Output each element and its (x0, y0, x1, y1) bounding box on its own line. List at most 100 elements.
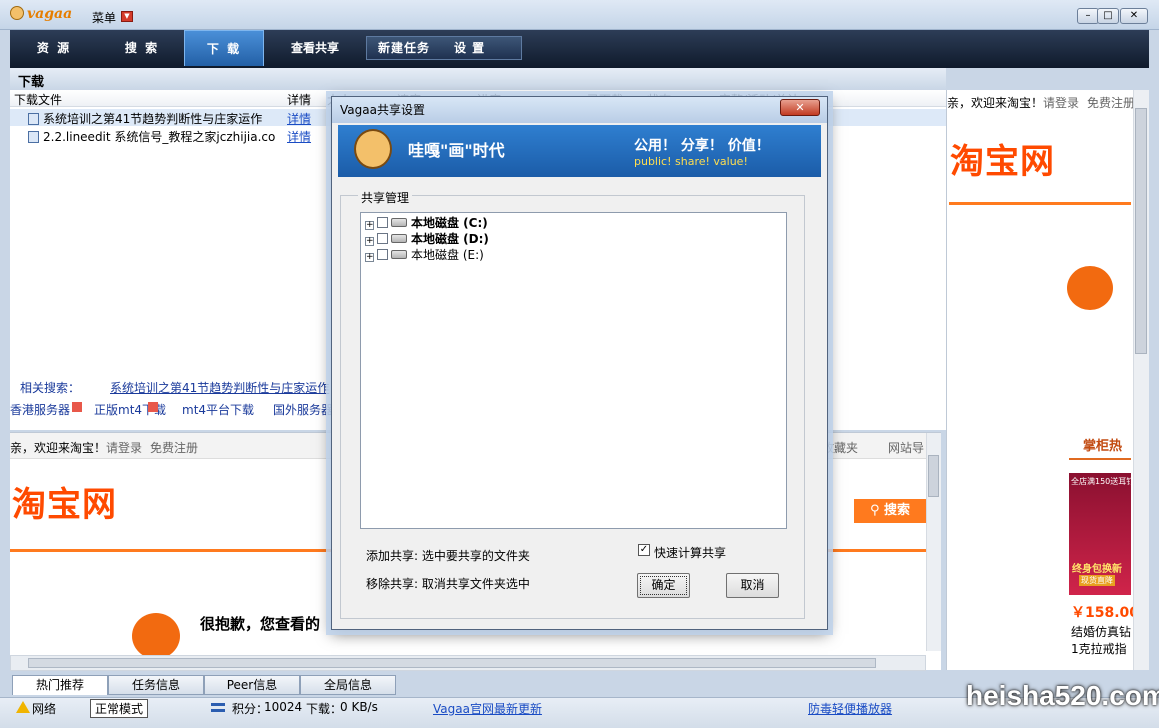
fast-calc-label[interactable]: 快速计算共享 (654, 544, 726, 561)
file-icon (28, 113, 39, 125)
product-desc[interactable]: 结婚仿真钻 (1071, 623, 1131, 640)
ad-bottom-text: 终身包换新 (1072, 564, 1122, 575)
banner-slogan-en: public! share! value! (634, 155, 748, 168)
points-value: 10024 (264, 700, 303, 714)
ad-tag: 现货直降 (1079, 575, 1115, 586)
taobao-logo[interactable]: 淘宝网 (950, 134, 1055, 183)
site-nav-menu[interactable]: 网站导 (888, 439, 924, 456)
share-settings-dialog: Vagaa共享设置 ✕ 哇嘎"画"时代 公用！ 分享！ 价值！ public! … (331, 96, 828, 630)
banner-slogan: 公用！ 分享！ 价值！ (634, 138, 770, 154)
menu-dropdown-icon[interactable]: ▼ (121, 11, 133, 22)
app-logo: vagaa (10, 6, 72, 22)
ad-banner-text: 全店满150送耳钉 (1071, 477, 1135, 486)
taobao-logo[interactable]: 淘宝网 (12, 477, 117, 526)
expand-icon[interactable]: + (365, 221, 374, 230)
tab-task-info[interactable]: 任务信息 (108, 675, 204, 695)
dialog-title: Vagaa共享设置 (332, 97, 827, 123)
expand-icon[interactable]: + (365, 253, 374, 262)
tab-hot[interactable]: 热门推荐 (12, 675, 108, 695)
warning-icon (16, 701, 30, 713)
sorry-message: 很抱歉，您查看的 (200, 615, 321, 633)
close-button[interactable]: ✕ (1120, 8, 1148, 24)
section-title: 下载 (10, 68, 946, 90)
divider (949, 202, 1131, 205)
menu-icon (211, 703, 225, 712)
tree-node-e[interactable]: + 本地磁盘 (E:) (365, 247, 484, 263)
drive-icon (391, 250, 407, 259)
hot-badge-icon (72, 402, 82, 412)
right-ad-pane: 亲，欢迎来淘宝！ 请登录 免费注册 淘宝网 掌柜热 全店满150送耳钉 终身包换… (946, 90, 1149, 670)
main-menu-label[interactable]: 菜单 (92, 9, 116, 26)
file-name: 系统培训之第41节趋势判断性与庄家运作 (28, 110, 262, 127)
welcome-text: 亲，欢迎来淘宝！ (947, 96, 1044, 110)
minimize-button[interactable]: – (1077, 8, 1099, 24)
drive-checkbox[interactable] (377, 249, 388, 260)
login-link[interactable]: 请登录 (106, 439, 142, 456)
vagaa-logo-icon (10, 6, 24, 20)
banner-title: 哇嘎"画"时代 (408, 141, 505, 160)
drive-checkbox[interactable] (377, 233, 388, 244)
ad-link[interactable]: 香港服务器 (10, 401, 70, 418)
tab-download[interactable]: 下 载 (184, 30, 264, 66)
ad-link[interactable]: 国外服务器 (273, 401, 333, 418)
taobao-mascot-icon (1067, 266, 1113, 310)
expand-icon[interactable]: + (365, 237, 374, 246)
update-link[interactable]: Vagaa官网最新更新 (433, 700, 542, 717)
tree-node-d[interactable]: + 本地磁盘 (D:) (365, 231, 489, 247)
title-bar: vagaa 菜单 ▼ – □ ✕ (0, 0, 1159, 30)
download-speed-label: 下载： (306, 702, 343, 716)
tab-global-info[interactable]: 全局信息 (300, 675, 396, 695)
settings-button[interactable]: 设 置 (454, 36, 485, 60)
main-nav: 资 源 搜 索 下 载 查看共享 新建任务 设 置 (10, 30, 1149, 68)
fast-calc-checkbox[interactable]: ✓ (638, 544, 650, 556)
divider (1069, 458, 1131, 460)
search-icon: ⚲ (869, 503, 885, 518)
ad-link[interactable]: mt4平台下载 (182, 401, 254, 418)
taobao-mascot-icon (132, 613, 180, 659)
drive-icon (391, 234, 407, 243)
hint-add: 添加共享: 选中要共享的文件夹 (366, 549, 530, 563)
register-link[interactable]: 免费注册 (1087, 94, 1135, 111)
new-task-button[interactable]: 新建任务 (378, 36, 430, 60)
hot-title: 掌柜热 (1083, 439, 1123, 454)
points-label: 积分： (232, 702, 269, 716)
network-status: 网络 (32, 702, 57, 716)
login-link[interactable]: 请登录 (1043, 94, 1079, 111)
maximize-button[interactable]: □ (1097, 8, 1119, 24)
file-name: 2.2.lineedit 系统信号_教程之家jczhijia.co (28, 128, 275, 145)
scrollbar-thumb[interactable] (928, 455, 939, 497)
search-button[interactable]: ⚲ 搜索 (854, 499, 926, 523)
related-search-label: 相关搜索： (20, 381, 81, 395)
dialog-banner: 哇嘎"画"时代 公用！ 分享！ 价值！ public! share! value… (338, 125, 821, 177)
drive-icon (391, 218, 407, 227)
ok-button[interactable]: 确定 (637, 573, 690, 598)
col-detail[interactable]: 详情 (283, 90, 323, 107)
tab-resources[interactable]: 资 源 (10, 30, 98, 66)
vagaa-mascot-icon (354, 129, 392, 169)
welcome-text: 亲，欢迎来淘宝！ (10, 441, 107, 455)
register-link[interactable]: 免费注册 (150, 439, 198, 456)
file-icon (28, 131, 39, 143)
mode-button[interactable]: 正常模式 (90, 699, 149, 718)
tab-view-share[interactable]: 查看共享 (272, 30, 358, 66)
group-label: 共享管理 (358, 189, 413, 206)
col-file[interactable]: 下载文件 (10, 90, 283, 107)
security-link[interactable]: 防毒轻便播放器 (808, 700, 892, 717)
watermark: heisha520.com (966, 680, 1159, 711)
tab-peer-info[interactable]: Peer信息 (204, 675, 300, 695)
tab-search[interactable]: 搜 索 (98, 30, 186, 66)
drive-tree: + 本地磁盘 (C:) + 本地磁盘 (D:) + 本地磁盘 (E:) (360, 212, 787, 529)
drive-checkbox[interactable] (377, 217, 388, 228)
scrollbar-thumb[interactable] (1135, 108, 1147, 354)
dialog-close-button[interactable]: ✕ (780, 99, 820, 116)
download-speed-value: 0 KB/s (340, 700, 378, 714)
cancel-button[interactable]: 取消 (726, 573, 779, 598)
hint-remove: 移除共享: 取消共享文件夹选中 (366, 577, 530, 591)
related-search-link[interactable]: 系统培训之第41节趋势判断性与庄家运作 (110, 379, 332, 396)
product-price: ￥158.00 (1071, 605, 1140, 621)
hscroll-thumb[interactable] (28, 658, 876, 668)
tree-node-c[interactable]: + 本地磁盘 (C:) (365, 215, 488, 231)
product-desc[interactable]: 1克拉戒指 (1071, 640, 1127, 657)
detail-link[interactable]: 详情 (287, 128, 311, 145)
detail-link[interactable]: 详情 (287, 110, 311, 127)
